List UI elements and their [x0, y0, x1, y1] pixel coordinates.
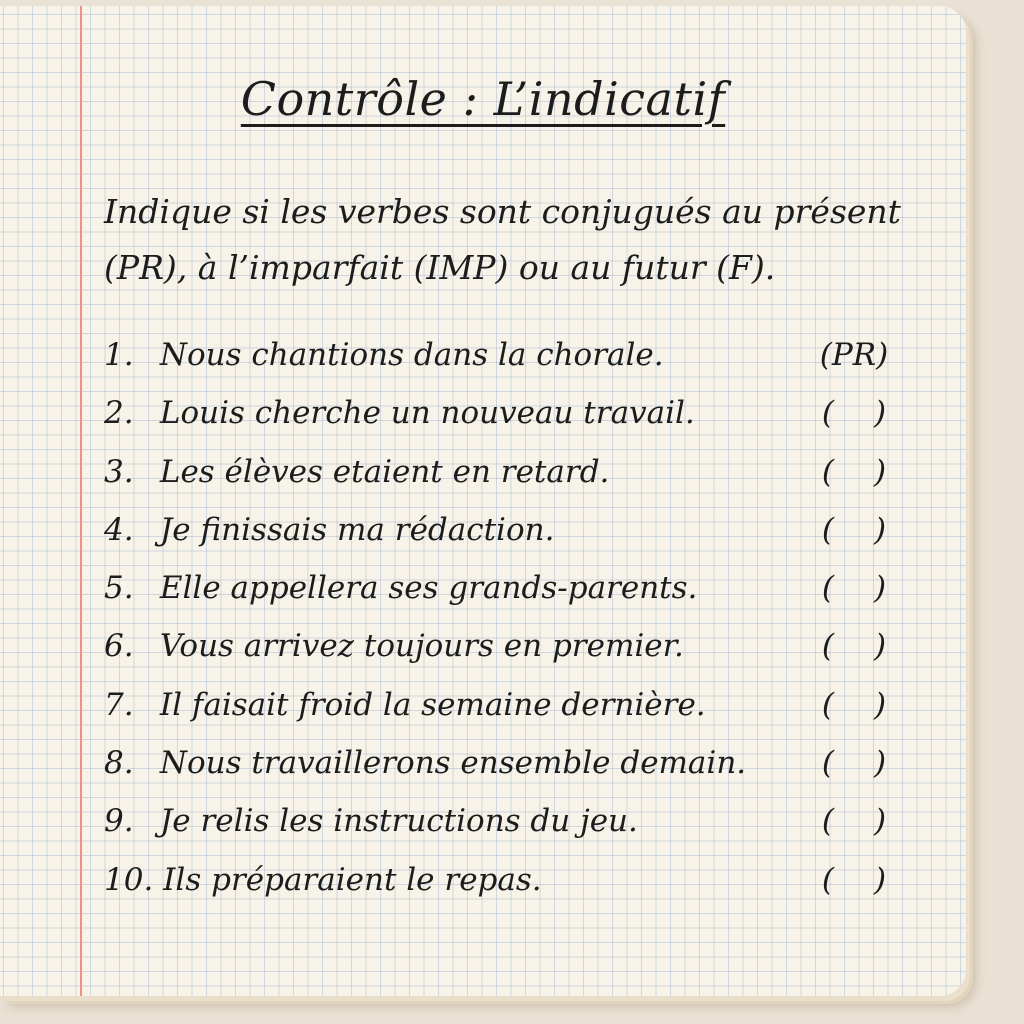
item-number: 4. [104, 511, 134, 548]
exercise-item: 5. Elle appellera ses grands-parents. () [104, 559, 904, 617]
exercise-item: 6. Vous arrivez toujours en premier. () [104, 617, 904, 675]
item-number: 6. [104, 628, 134, 665]
answer-box[interactable]: () [814, 617, 894, 675]
exercise-item: 8. Nous travaillerons ensemble demain. (… [104, 734, 904, 792]
item-number: 8. [104, 745, 134, 782]
answer-box[interactable]: (PR) [814, 326, 894, 384]
item-sentence: Je finissais ma rédaction. [159, 511, 555, 548]
item-sentence: Elle appellera ses grands-parents. [159, 570, 698, 607]
answer-box[interactable]: () [814, 734, 894, 792]
item-number: 1. [104, 337, 134, 373]
answer-value: PR [831, 337, 877, 373]
exercise-item: 2. Louis cherche un nouveau travail. () [104, 384, 904, 442]
exercise-list: 1. Nous chantions dans la chorale. (PR) … [104, 326, 904, 909]
item-sentence: Ils préparaient le repas. [163, 861, 542, 898]
exercise-item: 9. Je relis les instructions du jeu. () [104, 792, 904, 850]
answer-box[interactable]: () [814, 384, 894, 442]
answer-box[interactable]: () [814, 851, 894, 909]
item-number: 2. [104, 395, 134, 432]
page-title-text: Contrôle : L’indicatif [240, 72, 726, 126]
instructions-text: Indique si les verbes sont conjugués au … [104, 192, 901, 287]
exercise-item: 10. Ils préparaient le repas. () [104, 851, 904, 909]
item-number: 3. [104, 453, 134, 490]
item-sentence: Il faisait froid la semaine dernière. [159, 686, 706, 723]
item-sentence: Louis cherche un nouveau travail. [159, 395, 695, 432]
item-number: 10. [104, 861, 154, 898]
exercise-item: 7. Il faisait froid la semaine dernière.… [104, 676, 904, 734]
exercise-item: 3. Les élèves etaient en retard. () [104, 443, 904, 501]
page-title: Contrôle : L’indicatif [0, 72, 966, 126]
answer-box[interactable]: () [814, 676, 894, 734]
item-sentence: Nous chantions dans la chorale. [159, 337, 664, 373]
answer-box[interactable]: () [814, 559, 894, 617]
item-sentence: Les élèves etaient en retard. [159, 453, 610, 490]
item-number: 7. [104, 686, 134, 723]
answer-box[interactable]: () [814, 443, 894, 501]
item-sentence: Vous arrivez toujours en premier. [159, 628, 684, 665]
notebook-page: Contrôle : L’indicatif Indique si les ve… [0, 6, 966, 996]
item-number: 5. [104, 570, 134, 607]
exercise-item: 1. Nous chantions dans la chorale. (PR) [104, 326, 904, 384]
item-sentence: Nous travaillerons ensemble demain. [159, 745, 747, 782]
answer-box[interactable]: () [814, 792, 894, 850]
exercise-item: 4. Je finissais ma rédaction. () [104, 501, 904, 559]
margin-line [80, 6, 82, 996]
item-sentence: Je relis les instructions du jeu. [159, 803, 638, 840]
item-number: 9. [104, 803, 134, 840]
answer-box[interactable]: () [814, 501, 894, 559]
